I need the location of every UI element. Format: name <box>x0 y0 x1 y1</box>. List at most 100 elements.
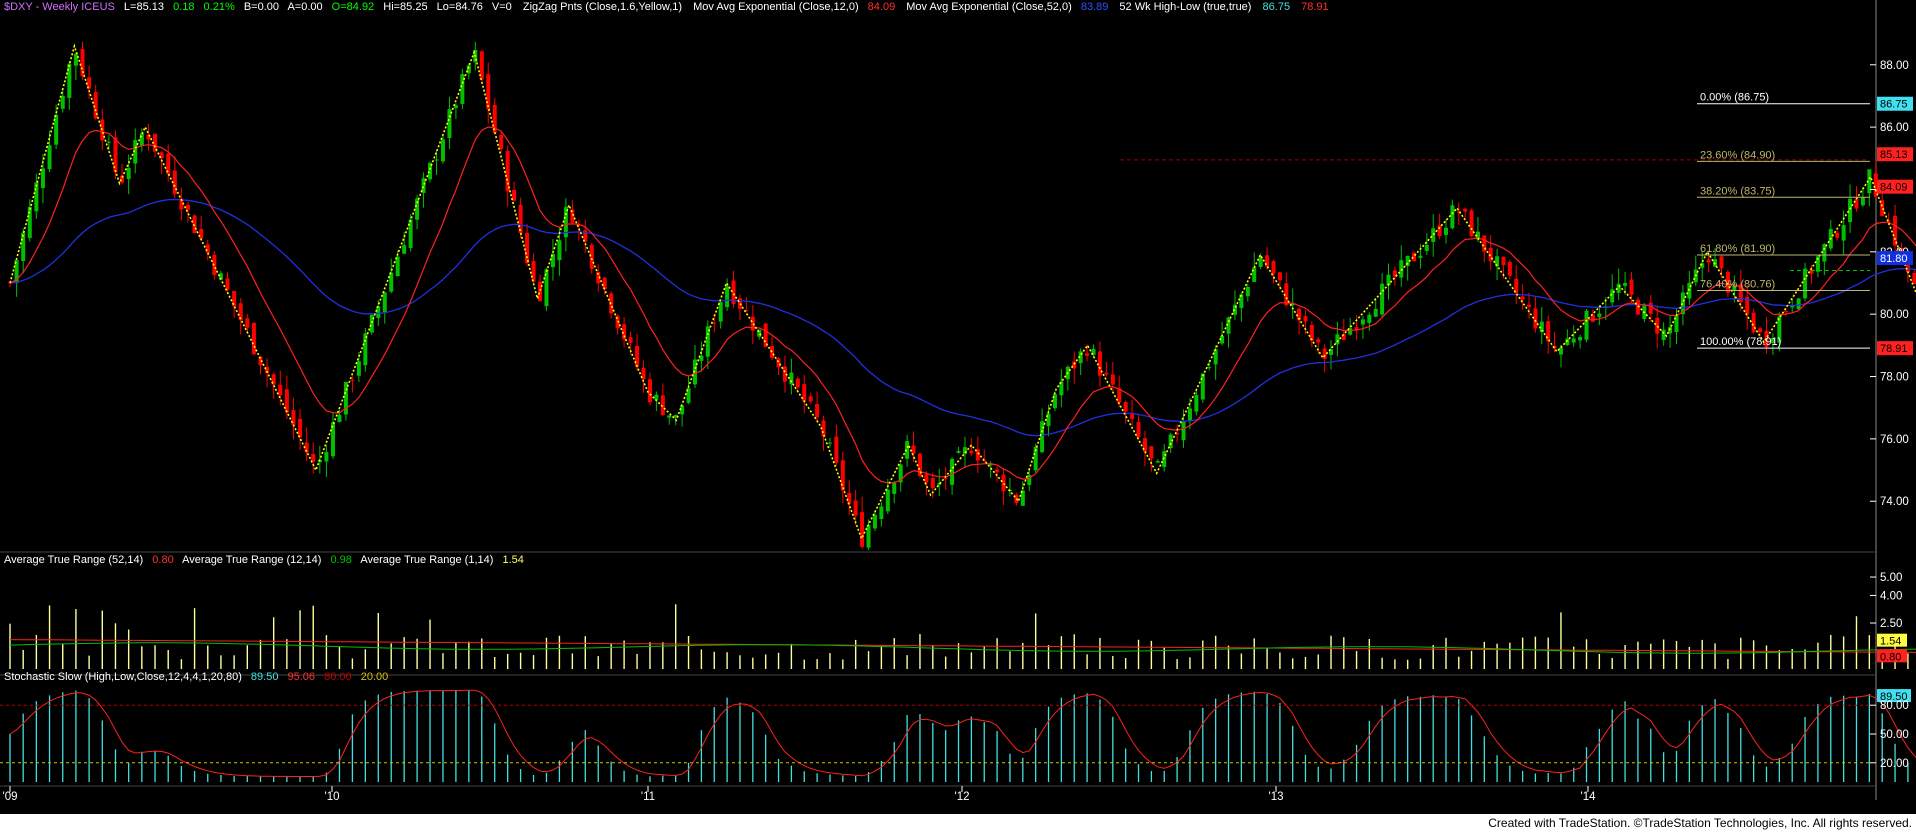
price-tick-label: 80.00 <box>1880 309 1909 321</box>
candle-body <box>1912 272 1916 284</box>
candle-body <box>27 206 32 238</box>
candle-body <box>356 361 361 376</box>
candle-body <box>47 145 52 170</box>
candle-body <box>930 477 935 488</box>
candle-body <box>126 167 131 180</box>
candle-body <box>1623 282 1628 286</box>
candle-body <box>737 298 742 309</box>
candle-body <box>1758 328 1763 333</box>
candle-body <box>1123 402 1128 412</box>
candle-body <box>1104 372 1109 375</box>
price-tick-label: 88.00 <box>1880 60 1909 72</box>
price-tag: 85.13 <box>1880 149 1908 161</box>
candle-body <box>1803 268 1808 299</box>
candle-body <box>969 450 974 454</box>
candle-body <box>1194 395 1199 412</box>
candle-body <box>1001 474 1006 492</box>
candle-body <box>1463 208 1468 212</box>
atr12-value: 0.98 <box>330 554 351 566</box>
candle-body <box>1136 422 1141 438</box>
candle-body <box>879 506 884 519</box>
bid-value: B=0.00 <box>244 1 279 13</box>
candle-body <box>1399 260 1404 278</box>
atr-header: Average True Range (52,14) 0.80 Average … <box>4 554 524 566</box>
price-tick-label: 74.00 <box>1880 496 1909 508</box>
candle-body <box>995 469 1000 473</box>
candle-body <box>106 141 111 143</box>
candle-body <box>808 396 813 402</box>
last-price: L=85.13 <box>124 1 164 13</box>
candle-body <box>337 414 342 423</box>
candle-body <box>1629 279 1634 295</box>
candle-body <box>434 159 439 161</box>
candle-body <box>840 460 845 491</box>
candle-body <box>192 215 197 234</box>
fib-label: 0.00% (86.75) <box>1700 92 1769 104</box>
candle-body <box>1418 255 1423 258</box>
open-value: O=84.92 <box>332 1 375 13</box>
candle-body <box>1085 353 1090 356</box>
fib-label: 61.80% (81.90) <box>1700 243 1775 255</box>
candle-body <box>1655 317 1660 334</box>
candle-body <box>750 316 755 331</box>
year-tick-label: '11 <box>641 791 655 803</box>
stoch-k-value: 89.50 <box>251 671 279 683</box>
candle-body <box>802 384 807 402</box>
atr-tag: 0.80 <box>1880 651 1901 663</box>
candle-body <box>1181 421 1186 441</box>
fib-label: 100.00% (78.91) <box>1700 336 1781 348</box>
candle-body <box>1565 338 1570 345</box>
candle-body <box>1578 337 1583 341</box>
candle-body <box>1848 198 1853 223</box>
candle-body <box>1207 367 1212 369</box>
candle-body <box>324 451 329 462</box>
volume-value: V=0 <box>492 1 512 13</box>
candle-body <box>185 204 190 210</box>
candle-body <box>795 378 800 388</box>
candle-body <box>538 281 543 302</box>
atr12-label: Average True Range (12,14) <box>182 554 321 566</box>
candle-body <box>1271 261 1276 274</box>
candle-body <box>1571 338 1576 343</box>
candle-body <box>770 346 775 359</box>
candle-body <box>815 404 820 418</box>
year-tick-label: '10 <box>325 791 340 803</box>
candle-body <box>486 74 491 110</box>
atr52-value: 0.80 <box>152 554 173 566</box>
candle-body <box>1533 308 1538 329</box>
candle-body <box>1187 408 1192 421</box>
candle-body <box>139 133 144 147</box>
stoch-label: Stochastic Slow (High,Low,Close,12,4,4,1… <box>4 671 242 683</box>
candle-body <box>1648 302 1653 314</box>
candle-body <box>725 286 730 308</box>
atr-tag: 1.54 <box>1880 636 1901 648</box>
zigzag-label: ZigZag Pnts (Close,1.6,Yellow,1) <box>523 1 682 13</box>
candle-body <box>21 232 26 262</box>
candle-body <box>1597 313 1602 318</box>
candle-body <box>518 205 523 234</box>
candle-body <box>911 445 916 454</box>
candle-body <box>1443 227 1448 235</box>
candle-body <box>1200 373 1205 400</box>
candle-body <box>1380 283 1385 315</box>
candle-body <box>635 345 640 367</box>
candle-body <box>1360 319 1365 325</box>
candle-body <box>1751 312 1756 333</box>
candle-body <box>298 418 303 438</box>
footer-credit: Created with TradeStation. ©TradeStation… <box>1488 816 1912 830</box>
candle-body <box>389 272 394 292</box>
fib-label: 38.20% (83.75) <box>1700 185 1775 197</box>
chart-canvas: 0.00% (86.75) 23.60% (84.90) 38.20% (83.75… <box>0 0 1916 832</box>
candle-body <box>251 323 256 355</box>
stoch-tick-label: 20.00 <box>1880 758 1909 770</box>
candle-body <box>1213 349 1218 365</box>
year-tick-label: '13 <box>1269 791 1284 803</box>
price-tick-label: 78.00 <box>1880 372 1909 384</box>
candle-body <box>382 292 387 313</box>
candle-body <box>1110 374 1115 385</box>
candle-body <box>1783 311 1788 313</box>
candle-body <box>1316 339 1321 343</box>
candle-body <box>1893 215 1898 246</box>
candle-body <box>1835 232 1840 238</box>
candle-body <box>892 482 897 494</box>
